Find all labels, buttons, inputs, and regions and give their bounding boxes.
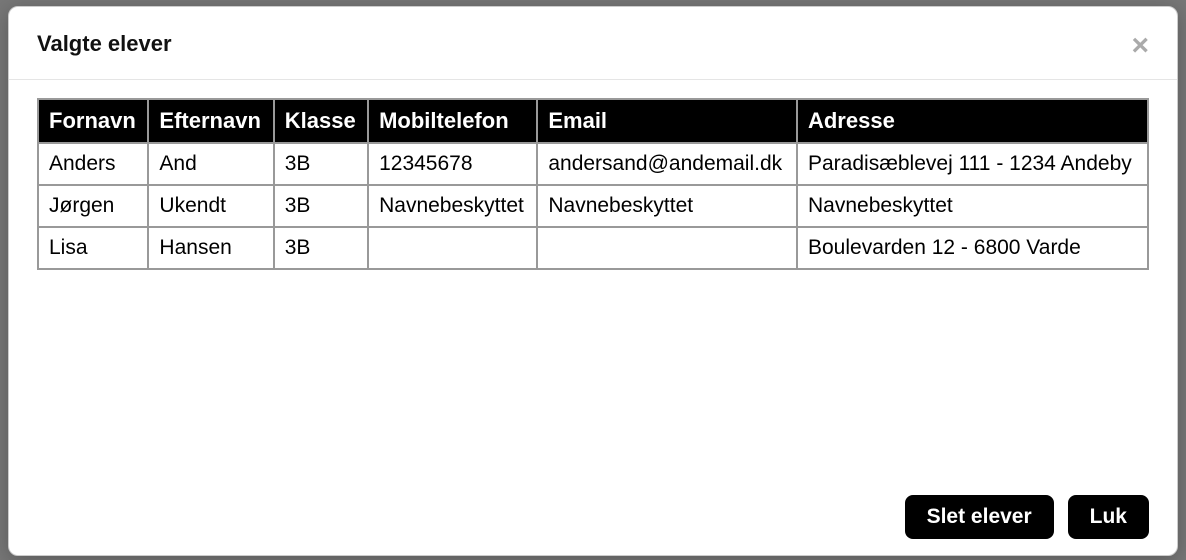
cell-adresse: Paradisæblevej 111 - 1234 Andeby bbox=[797, 143, 1148, 185]
modal-title: Valgte elever bbox=[37, 31, 172, 57]
cell-efternavn: Ukendt bbox=[148, 185, 273, 227]
selected-students-modal: Valgte elever × Fornavn Efternavn Klasse… bbox=[8, 6, 1178, 556]
cell-fornavn: Jørgen bbox=[38, 185, 148, 227]
cell-adresse: Boulevarden 12 - 6800 Varde bbox=[797, 227, 1148, 269]
modal-body: Fornavn Efternavn Klasse Mobiltelefon Em… bbox=[9, 80, 1177, 481]
modal-footer: Slet elever Luk bbox=[9, 481, 1177, 555]
cell-adresse: Navnebeskyttet bbox=[797, 185, 1148, 227]
cell-efternavn: And bbox=[148, 143, 273, 185]
cell-mobil bbox=[368, 227, 537, 269]
col-header-mobil: Mobiltelefon bbox=[368, 99, 537, 143]
delete-students-button[interactable]: Slet elever bbox=[905, 495, 1054, 539]
cell-email bbox=[537, 227, 797, 269]
modal-header: Valgte elever × bbox=[9, 7, 1177, 80]
cell-fornavn: Lisa bbox=[38, 227, 148, 269]
close-icon[interactable]: × bbox=[1131, 31, 1149, 61]
cell-fornavn: Anders bbox=[38, 143, 148, 185]
cell-efternavn: Hansen bbox=[148, 227, 273, 269]
col-header-adresse: Adresse bbox=[797, 99, 1148, 143]
cell-mobil: Navnebeskyttet bbox=[368, 185, 537, 227]
col-header-efternavn: Efternavn bbox=[148, 99, 273, 143]
cell-email: andersand@andemail.dk bbox=[537, 143, 797, 185]
close-button[interactable]: Luk bbox=[1068, 495, 1149, 539]
col-header-fornavn: Fornavn bbox=[38, 99, 148, 143]
table-header-row: Fornavn Efternavn Klasse Mobiltelefon Em… bbox=[38, 99, 1148, 143]
cell-klasse: 3B bbox=[274, 185, 368, 227]
col-header-email: Email bbox=[537, 99, 797, 143]
cell-mobil: 12345678 bbox=[368, 143, 537, 185]
cell-klasse: 3B bbox=[274, 227, 368, 269]
students-table: Fornavn Efternavn Klasse Mobiltelefon Em… bbox=[37, 98, 1149, 270]
col-header-klasse: Klasse bbox=[274, 99, 368, 143]
table-row: Jørgen Ukendt 3B Navnebeskyttet Navnebes… bbox=[38, 185, 1148, 227]
cell-email: Navnebeskyttet bbox=[537, 185, 797, 227]
cell-klasse: 3B bbox=[274, 143, 368, 185]
table-row: Lisa Hansen 3B Boulevarden 12 - 6800 Var… bbox=[38, 227, 1148, 269]
table-row: Anders And 3B 12345678 andersand@andemai… bbox=[38, 143, 1148, 185]
